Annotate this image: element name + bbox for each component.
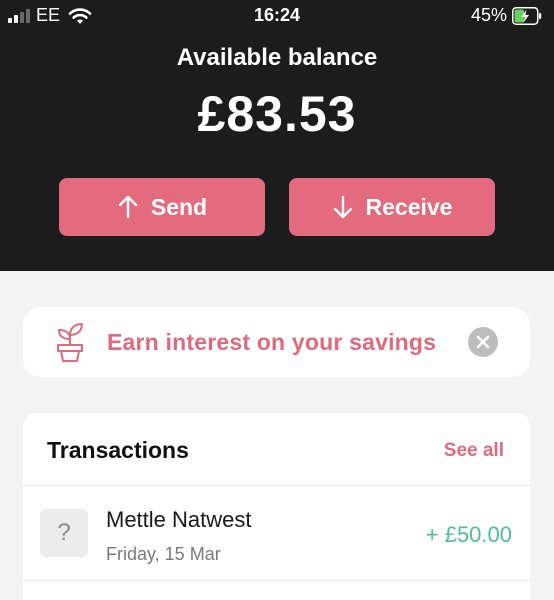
unknown-merchant-icon: ? [40, 509, 88, 557]
battery-percentage: 45% [470, 5, 507, 25]
transaction-name: Mettle Natwest [106, 507, 252, 532]
send-button[interactable]: Send [59, 178, 265, 236]
transactions-card: Transactions See all ? Mettle Natwest Fr… [23, 413, 530, 600]
plant-pot-icon [57, 323, 83, 362]
dismiss-promo-button[interactable] [468, 327, 498, 357]
arrow-down-icon [333, 195, 352, 219]
send-label: Send [150, 193, 208, 220]
arrow-up-icon [118, 195, 138, 219]
promo-text: Earn interest on your savings [107, 329, 437, 355]
status-bar: EE 16:24 45% [0, 0, 554, 30]
transaction-amount: + £50.00 [425, 522, 512, 547]
receive-button[interactable]: Receive [289, 178, 495, 236]
receive-label: Receive [365, 193, 453, 220]
transaction-row[interactable]: ? Mettle Natwest Friday, 15 Mar + £50.00 [23, 486, 530, 580]
balance-label: Available balance [176, 44, 378, 71]
transaction-date: Friday, 15 Mar [106, 544, 221, 564]
balance-amount: £83.53 [197, 86, 357, 142]
close-icon [476, 335, 490, 349]
transactions-title: Transactions [47, 437, 189, 463]
status-right: 45% [471, 5, 542, 26]
see-all-link[interactable]: See all [444, 440, 504, 462]
divider [23, 580, 530, 581]
savings-promo-banner[interactable]: Earn interest on your savings [23, 307, 530, 377]
battery-charging-icon [512, 6, 542, 25]
balance-header: EE 16:24 45% Available balance £83.53 Se… [0, 0, 554, 271]
